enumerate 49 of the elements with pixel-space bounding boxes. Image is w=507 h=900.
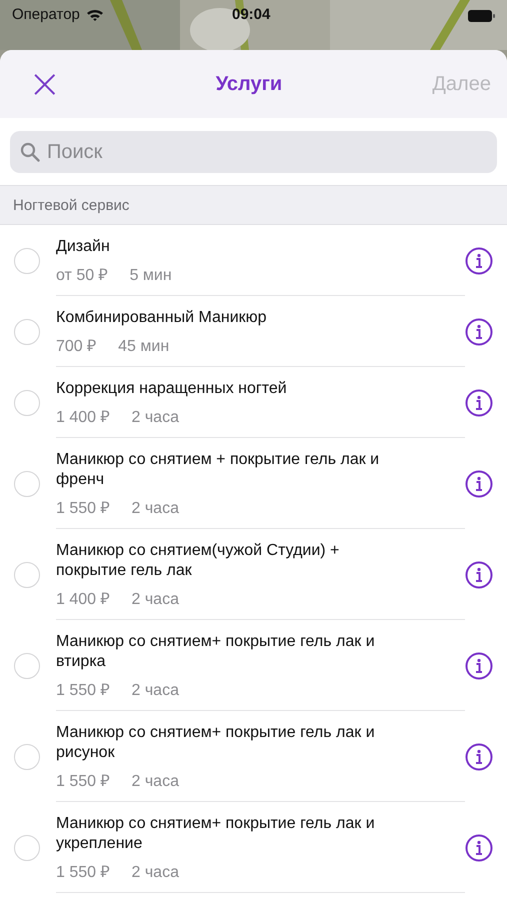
service-duration: 5 мин — [130, 267, 172, 285]
info-icon[interactable] — [465, 742, 493, 770]
info-icon[interactable] — [465, 246, 493, 274]
service-name: Маникюр со снятием+ покрытие гель лак и укрепление — [56, 814, 376, 854]
info-icon[interactable] — [465, 652, 493, 680]
radio-button[interactable] — [14, 318, 40, 344]
radio-button[interactable] — [14, 744, 40, 770]
carrier-name: Оператор — [12, 6, 80, 23]
service-price: 1 550 ₽ — [56, 772, 110, 791]
battery-icon — [468, 10, 495, 22]
radio-button[interactable] — [14, 248, 40, 274]
radio-button[interactable] — [14, 470, 40, 496]
info-icon[interactable] — [465, 388, 493, 416]
service-name: Маникюр со снятием+ покрытие гель лак и рисунок — [56, 723, 376, 763]
service-name: Маникюр со снятием+ покрытие гель лак и втирка — [56, 632, 376, 672]
service-name: Комбинированный Маникюр — [56, 308, 268, 328]
service-duration: 2 часа — [131, 409, 179, 427]
service-duration: 2 часа — [131, 864, 179, 882]
service-duration: 2 часа — [131, 591, 179, 609]
service-name: Коррекция наращенных ногтей — [56, 379, 288, 399]
screen-title: Услуги — [216, 72, 282, 96]
service-price: 1 400 ₽ — [56, 590, 110, 609]
service-name: Маникюр со снятием(чужой Студии) + покрытие гель лак — [56, 541, 340, 581]
info-icon[interactable] — [465, 560, 493, 588]
radio-button[interactable] — [14, 390, 40, 416]
service-duration: 2 часа — [131, 682, 179, 700]
search-field[interactable]: Поиск — [10, 131, 497, 173]
section-title: Ногтевой сервис — [13, 196, 130, 214]
radio-button[interactable] — [14, 834, 40, 860]
service-duration: 2 часа — [131, 500, 179, 518]
service-price: 1 550 ₽ — [56, 499, 110, 518]
radio-button[interactable] — [14, 652, 40, 678]
close-button[interactable]: × — [24, 64, 66, 104]
info-icon[interactable] — [465, 470, 493, 498]
service-price: 1 550 ₽ — [56, 863, 110, 882]
service-price: 700 ₽ — [56, 337, 96, 356]
clock-time: 09:04 — [232, 6, 270, 23]
service-name: Маникюр со снятием + покрытие гель лак и френч — [56, 450, 380, 490]
service-duration: 2 часа — [131, 773, 179, 791]
search-icon — [20, 142, 40, 162]
radio-button[interactable] — [14, 562, 40, 588]
service-price: 1 550 ₽ — [56, 681, 110, 700]
service-price: 1 400 ₽ — [56, 408, 110, 427]
info-icon[interactable] — [465, 318, 493, 346]
service-price: от 50 ₽ — [56, 266, 108, 285]
service-duration: 45 мин — [118, 338, 170, 356]
wifi-icon — [86, 8, 104, 22]
service-name: Дизайн — [56, 237, 111, 257]
info-icon[interactable] — [465, 834, 493, 862]
